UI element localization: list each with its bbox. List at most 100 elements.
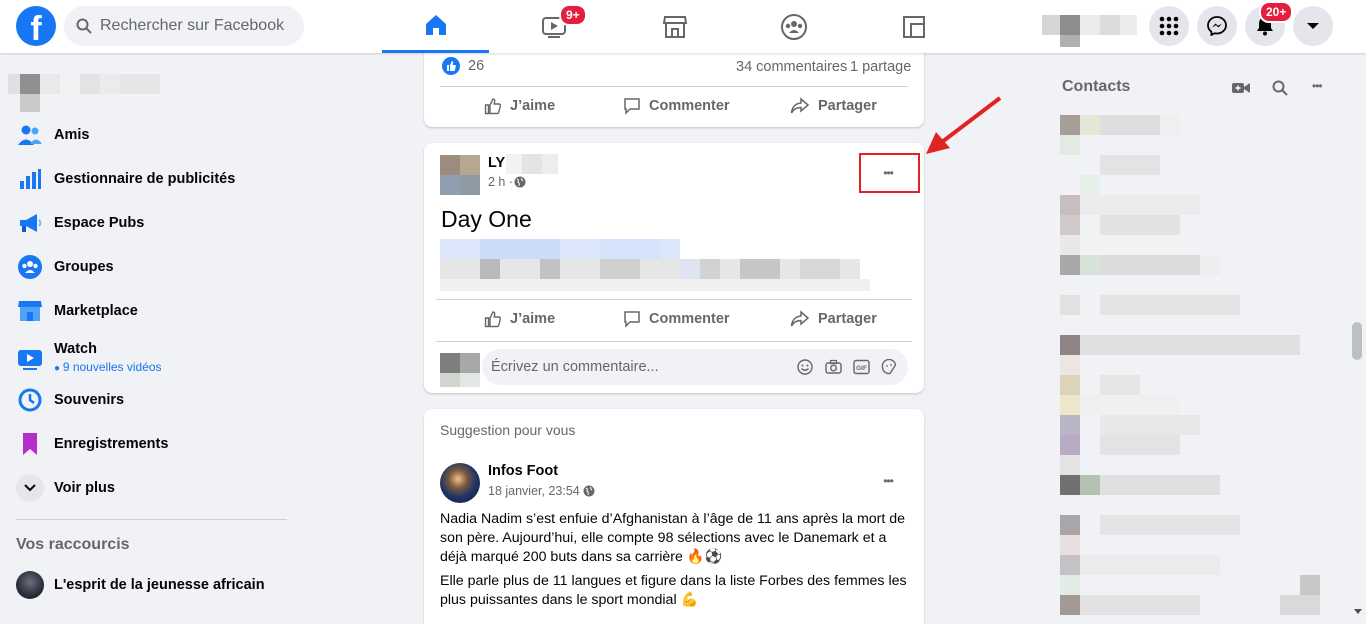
post-title: Day One: [441, 206, 532, 232]
watch-new-videos[interactable]: ● 9 nouvelles vidéos: [54, 358, 162, 378]
like-label: J’aime: [510, 311, 556, 327]
post-time[interactable]: 2 h ·: [488, 175, 513, 189]
post-date[interactable]: 18 janvier, 23:54 ·: [488, 484, 587, 498]
sidebar-item-label: Espace Pubs: [54, 215, 145, 231]
author-avatar[interactable]: [440, 463, 480, 503]
post-card-1: 26 34 commentaires 1 partage J’aime Comm…: [424, 40, 924, 127]
sidebar-item-espace-pubs[interactable]: Espace Pubs: [16, 205, 144, 241]
marketplace-icon: [16, 297, 44, 325]
share-icon: [790, 97, 810, 114]
sidebar-item-amis[interactable]: Amis: [16, 117, 89, 153]
sidebar-item-label: Voir plus: [54, 480, 115, 496]
sidebar-item-marketplace[interactable]: Marketplace: [16, 293, 138, 329]
contacts-title: Contacts: [1062, 78, 1131, 95]
profile-name-blurred[interactable]: [8, 74, 160, 114]
globe-icon: [514, 176, 526, 188]
groups-icon: [16, 253, 44, 281]
post-paragraph: Nadia Nadim s’est enfuie d’Afghanistan à…: [440, 511, 906, 565]
author-name[interactable]: Infos Foot: [488, 463, 558, 479]
groups-icon: [780, 13, 807, 40]
emoji-icon[interactable]: [797, 359, 813, 375]
bookmark-icon: [16, 430, 44, 458]
account-menu-button[interactable]: [1293, 6, 1333, 46]
author-avatar-blurred[interactable]: [440, 155, 480, 195]
post-divider: [440, 86, 908, 87]
suggestion-label: Suggestion pour vous: [440, 422, 576, 438]
tab-home[interactable]: [382, 0, 489, 53]
sidebar-item-ads-manager[interactable]: Gestionnaire de publicités: [16, 161, 235, 197]
profile-name-blurred[interactable]: [1042, 15, 1137, 47]
watch-badge: 9+: [559, 4, 587, 26]
share-count[interactable]: 1 partage: [850, 59, 911, 75]
scroll-down-arrow[interactable]: [1353, 608, 1363, 616]
like-count[interactable]: 26: [468, 58, 484, 74]
tab-marketplace[interactable]: [621, 0, 728, 53]
video-call-icon[interactable]: [1232, 81, 1250, 95]
tab-gaming[interactable]: [860, 0, 967, 53]
notifications-badge: 20+: [1259, 1, 1294, 23]
comment-button[interactable]: Commenter: [623, 310, 730, 328]
home-icon: [425, 15, 446, 35]
search-icon: [76, 18, 92, 34]
sidebar-item-watch[interactable]: Watch ● 9 nouvelles vidéos: [16, 337, 162, 381]
watch-icon: [16, 345, 44, 373]
search-input[interactable]: Rechercher sur Facebook: [64, 6, 304, 46]
sidebar-item-voir-plus[interactable]: Voir plus: [16, 470, 115, 506]
left-sidebar: Amis Gestionnaire de publicités Espace P…: [0, 53, 300, 624]
chevron-down-icon: [16, 474, 44, 502]
post-divider: [436, 341, 912, 342]
notifications-button[interactable]: 20+: [1245, 1, 1294, 46]
shortcut-avatar: [16, 571, 44, 599]
share-button[interactable]: Partager: [790, 310, 877, 328]
watch-new-videos-text: 9 nouvelles vidéos: [62, 360, 162, 374]
contacts-options-icon[interactable]: •••: [1312, 79, 1323, 93]
comment-count[interactable]: 34 commentaires: [736, 59, 847, 75]
logo-letter: f: [30, 10, 42, 46]
share-label: Partager: [818, 98, 877, 114]
sidebar-item-souvenirs[interactable]: Souvenirs: [16, 382, 124, 418]
post-paragraph: Elle parle plus de 11 langues et figure …: [440, 573, 907, 608]
sticker-icon[interactable]: [881, 359, 897, 375]
share-icon: [790, 310, 810, 327]
like-label: J’aime: [510, 98, 556, 114]
sidebar-divider: [16, 519, 287, 520]
sidebar-item-label: Marketplace: [54, 303, 138, 319]
svg-text:GIF: GIF: [856, 365, 867, 372]
author-name[interactable]: LY: [488, 155, 505, 171]
like-button[interactable]: J’aime: [484, 97, 555, 115]
share-button[interactable]: Partager: [790, 97, 877, 115]
facebook-logo[interactable]: f: [16, 6, 56, 46]
sidebar-item-label: Gestionnaire de publicités: [54, 171, 236, 187]
comment-placeholder: Écrivez un commentaire...: [491, 359, 659, 375]
comment-input[interactable]: Écrivez un commentaire...: [482, 349, 908, 385]
contact-list-blurred[interactable]: [1060, 115, 1320, 624]
menu-button[interactable]: [1149, 6, 1189, 46]
camera-icon[interactable]: [825, 359, 842, 375]
shortcut-item[interactable]: L'esprit de la jeunesse africain: [16, 567, 265, 603]
shortcut-label: L'esprit de la jeunesse africain: [54, 577, 265, 593]
ads-manager-icon: [16, 165, 44, 193]
gif-icon[interactable]: GIF: [853, 359, 870, 375]
search-icon[interactable]: [1272, 80, 1288, 96]
like-button[interactable]: J’aime: [484, 310, 555, 328]
post-text-blurred: [440, 239, 870, 291]
tab-watch[interactable]: 9+: [501, 0, 608, 53]
megaphone-icon: [16, 209, 44, 237]
share-label: Partager: [818, 311, 877, 327]
scrollbar[interactable]: [1352, 322, 1362, 360]
tab-groups[interactable]: [740, 0, 847, 53]
comment-icon: [624, 98, 640, 115]
annotation-arrow: [926, 96, 1002, 154]
comment-button[interactable]: Commenter: [623, 97, 730, 115]
comment-icon: [624, 311, 640, 328]
post-options-button[interactable]: •••: [868, 468, 908, 494]
top-bar: f Rechercher sur Facebook 9+ 20+: [0, 0, 1366, 53]
menu-grid-icon: [1159, 16, 1179, 36]
clock-icon: [16, 386, 44, 414]
more-icon: •••: [883, 474, 894, 488]
sidebar-item-groupes[interactable]: Groupes: [16, 249, 114, 285]
messenger-button[interactable]: [1197, 6, 1237, 46]
post-divider: [436, 299, 912, 300]
sidebar-item-enregistrements[interactable]: Enregistrements: [16, 426, 168, 462]
commenter-avatar-blurred: [440, 353, 480, 387]
